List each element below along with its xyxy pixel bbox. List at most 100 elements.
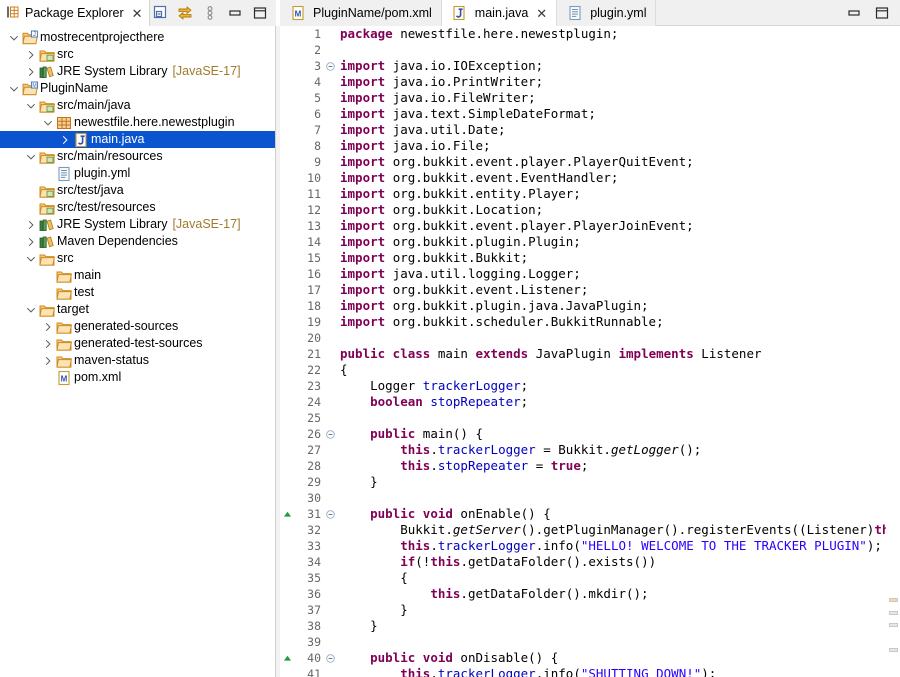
code-line[interactable]: import org.bukkit.Bukkit; (336, 250, 886, 266)
chevron-right-icon[interactable] (23, 216, 38, 233)
code-line[interactable]: Bukkit.getServer().getPluginManager().re… (336, 522, 886, 538)
code-line[interactable]: import org.bukkit.Location; (336, 202, 886, 218)
code-line[interactable]: import org.bukkit.event.EventHandler; (336, 170, 886, 186)
code-line[interactable]: import org.bukkit.scheduler.BukkitRunnab… (336, 314, 886, 330)
overview-ruler-mark[interactable] (889, 623, 898, 627)
code-line[interactable]: import java.text.SimpleDateFormat; (336, 106, 886, 122)
tree-item-src[interactable]: src (0, 250, 276, 267)
tree-item-src[interactable]: src (0, 46, 276, 63)
code-line[interactable]: } (336, 602, 886, 618)
fold-collapse-icon[interactable] (324, 506, 336, 522)
code-line[interactable]: public class main extends JavaPlugin imp… (336, 346, 886, 362)
code-line[interactable]: } (336, 618, 886, 634)
tree-item-src-test-java[interactable]: src/test/java (0, 182, 276, 199)
tree-item-maven-dependencies[interactable]: Maven Dependencies (0, 233, 276, 250)
overview-ruler-mark[interactable] (889, 611, 898, 615)
editor-tab-main-java[interactable]: main.java ✕ (441, 0, 558, 26)
chevron-down-icon[interactable] (40, 114, 55, 131)
code-line[interactable]: import java.io.PrintWriter; (336, 74, 886, 90)
code-line[interactable]: boolean stopRepeater; (336, 394, 886, 410)
maximize-icon[interactable] (252, 5, 268, 21)
tree-item-src-main-resources[interactable]: src/main/resources (0, 148, 276, 165)
java-editor[interactable]: 1 2 3 4 5 6 7 8 9 10 11 12 13 14 15 16 17 18 19 20 21 22 23 24 2… (280, 26, 900, 677)
code-line[interactable]: import java.io.File; (336, 138, 886, 154)
fold-collapse-icon[interactable] (324, 650, 336, 666)
marker-ruler[interactable] (280, 26, 294, 677)
chevron-down-icon[interactable] (23, 301, 38, 318)
code-line[interactable] (336, 42, 886, 58)
chevron-right-icon[interactable] (40, 318, 55, 335)
code-line[interactable]: import org.bukkit.plugin.java.JavaPlugin… (336, 298, 886, 314)
view-menu-icon[interactable] (202, 5, 218, 21)
tree-item-newestfile-here-newestplugin[interactable]: newestfile.here.newestplugin (0, 114, 276, 131)
code-line[interactable]: public void onDisable() { (336, 650, 886, 666)
code-line[interactable]: if(!this.getDataFolder().exists()) (336, 554, 886, 570)
code-text-area[interactable]: package newestfile.here.newestplugin; im… (336, 26, 886, 677)
tree-item-pom-xml[interactable]: Mpom.xml (0, 369, 276, 386)
code-line[interactable] (336, 410, 886, 426)
tree-item-pluginname[interactable]: M PluginName (0, 80, 276, 97)
code-line[interactable] (336, 634, 886, 650)
overview-ruler-mark[interactable] (889, 598, 898, 602)
code-line[interactable]: public void onEnable() { (336, 506, 886, 522)
code-line[interactable] (336, 490, 886, 506)
code-line[interactable]: package newestfile.here.newestplugin; (336, 26, 886, 42)
code-line[interactable]: import org.bukkit.event.player.PlayerQui… (336, 154, 886, 170)
code-line[interactable]: this.trackerLogger.info("HELLO! WELCOME … (336, 538, 886, 554)
tree-item-plugin-yml[interactable]: plugin.yml (0, 165, 276, 182)
editor-tab-plugin-yml[interactable]: plugin.yml (557, 0, 657, 26)
maximize-icon[interactable] (874, 5, 890, 21)
code-line[interactable]: this.stopRepeater = true; (336, 458, 886, 474)
tree-item-src-main-java[interactable]: src/main/java (0, 97, 276, 114)
fold-collapse-icon[interactable] (324, 58, 336, 74)
code-line[interactable]: import org.bukkit.event.player.PlayerJoi… (336, 218, 886, 234)
editor-tab-pluginname-pom-xml[interactable]: M PluginName/pom.xml (280, 0, 442, 26)
code-line[interactable] (336, 330, 886, 346)
code-line[interactable]: import java.io.IOException; (336, 58, 886, 74)
tree-item-generated-test-sources[interactable]: generated-test-sources (0, 335, 276, 352)
tree-item-maven-status[interactable]: maven-status (0, 352, 276, 369)
chevron-down-icon[interactable] (6, 80, 21, 97)
code-line[interactable]: import org.bukkit.event.Listener; (336, 282, 886, 298)
code-line[interactable]: Logger trackerLogger; (336, 378, 886, 394)
link-with-editor-icon[interactable] (177, 5, 193, 21)
code-line[interactable]: { (336, 362, 886, 378)
tree-item-main-java[interactable]: main.java (0, 131, 276, 148)
chevron-down-icon[interactable] (23, 250, 38, 267)
folding-ruler[interactable] (324, 26, 336, 677)
tab-package-explorer[interactable]: Package Explorer ✕ (0, 0, 150, 26)
tree-item-src-test-resources[interactable]: src/test/resources (0, 199, 276, 216)
chevron-down-icon[interactable] (23, 148, 38, 165)
tree-item-generated-sources[interactable]: generated-sources (0, 318, 276, 335)
code-line[interactable]: { (336, 570, 886, 586)
code-line[interactable]: public main() { (336, 426, 886, 442)
tree-item-jre-system-library[interactable]: JRE System Library [JavaSE-17] (0, 216, 276, 233)
tree-item-main[interactable]: main (0, 267, 276, 284)
tree-item-test[interactable]: test (0, 284, 276, 301)
tree-item-jre-system-library[interactable]: JRE System Library [JavaSE-17] (0, 63, 276, 80)
code-line[interactable]: import org.bukkit.plugin.Plugin; (336, 234, 886, 250)
minimize-icon[interactable] (227, 5, 243, 21)
code-line[interactable]: this.trackerLogger.info("SHUTTING DOWN!"… (336, 666, 886, 677)
code-line[interactable]: this.trackerLogger = Bukkit.getLogger(); (336, 442, 886, 458)
collapse-all-icon[interactable] (152, 5, 168, 21)
chevron-right-icon[interactable] (40, 352, 55, 369)
chevron-right-icon[interactable] (23, 63, 38, 80)
chevron-down-icon[interactable] (23, 97, 38, 114)
chevron-right-icon[interactable] (57, 131, 72, 148)
code-line[interactable]: import org.bukkit.entity.Player; (336, 186, 886, 202)
code-line[interactable]: import java.util.Date; (336, 122, 886, 138)
overview-ruler-mark[interactable] (889, 648, 898, 652)
close-icon[interactable]: ✕ (132, 7, 143, 20)
chevron-right-icon[interactable] (23, 233, 38, 250)
tree-item-mostrecentprojecthere[interactable]: Jmostrecentprojecthere (0, 29, 276, 46)
code-line[interactable]: this.getDataFolder().mkdir(); (336, 586, 886, 602)
code-line[interactable]: import java.io.FileWriter; (336, 90, 886, 106)
code-line[interactable]: } (336, 474, 886, 490)
chevron-down-icon[interactable] (6, 29, 21, 46)
close-icon[interactable]: ✕ (536, 7, 547, 20)
chevron-right-icon[interactable] (23, 46, 38, 63)
overview-ruler[interactable] (886, 26, 900, 677)
minimize-icon[interactable] (846, 5, 862, 21)
project-tree[interactable]: Jmostrecentprojecthere src JRE System Li… (0, 26, 276, 677)
